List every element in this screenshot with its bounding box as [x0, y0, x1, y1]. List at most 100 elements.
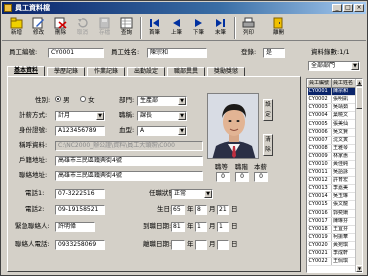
- photo-set-button[interactable]: 設定: [263, 99, 273, 121]
- cell-employee-name: 張明凱: [331, 95, 357, 105]
- table-row[interactable]: CY0012 許育宏: [307, 176, 357, 186]
- cell-employee-no: CY0005: [307, 119, 332, 129]
- table-row[interactable]: CY0004 葉曉文: [307, 111, 357, 121]
- table-row[interactable]: CY0016 郭奕姍: [307, 209, 357, 218]
- gender-radio-male[interactable]: 男: [55, 96, 70, 105]
- login-field[interactable]: 是: [263, 48, 285, 58]
- chevron-down-icon[interactable]: ▼: [351, 62, 359, 70]
- mailing-address-field[interactable]: 高雄市三民區鐵興街4號: [55, 171, 203, 181]
- contact-phone-field[interactable]: 0933258069: [55, 240, 105, 250]
- scroll-down-icon[interactable]: ▼: [356, 265, 362, 272]
- cell-employee-name: 陳宗和: [331, 87, 357, 97]
- minimize-button[interactable]: _: [332, 4, 342, 12]
- table-row[interactable]: CY0017 陳琳芬: [307, 217, 357, 226]
- employment-status-select[interactable]: 正常 ▼: [171, 189, 213, 199]
- cancel-button[interactable]: 取消: [72, 16, 93, 40]
- cell-employee-name: 王雅琴: [331, 144, 357, 153]
- department-select[interactable]: 生產部 ▼: [137, 96, 187, 106]
- grade-field[interactable]: 0: [216, 172, 230, 182]
- phone1-field[interactable]: 07-3222516: [55, 189, 105, 199]
- column-header-employee-no[interactable]: 員工編號: [307, 79, 332, 89]
- table-row[interactable]: CY0005 張美仙: [307, 119, 357, 129]
- radio-selected-icon[interactable]: [55, 96, 61, 102]
- position-select[interactable]: 課長 ▼: [137, 111, 187, 121]
- table-row[interactable]: CY0009 林家惠: [307, 152, 357, 161]
- cell-employee-name: 張美仙: [331, 119, 357, 129]
- table-row[interactable]: CY0008 王雅琴: [307, 144, 357, 153]
- chevron-down-icon[interactable]: ▼: [178, 127, 186, 135]
- radio-icon[interactable]: [80, 96, 86, 102]
- year-unit: 年: [187, 205, 194, 213]
- registered-address-field[interactable]: 高雄市三民區鐵興街4號: [55, 156, 203, 166]
- table-row[interactable]: CY0001 陳宗和: [307, 87, 357, 97]
- table-row[interactable]: CY0020 黃宛琪: [307, 241, 357, 250]
- maximize-button[interactable]: □: [343, 4, 353, 12]
- rank-field[interactable]: 0: [235, 172, 249, 182]
- department-filter-value: 全部部門: [311, 62, 336, 69]
- birth-month-field[interactable]: 8: [195, 205, 207, 215]
- hire-date-label: 到職日期:: [143, 222, 172, 230]
- chevron-down-icon[interactable]: ▼: [178, 97, 186, 105]
- delete-button[interactable]: 刪除: [50, 16, 71, 40]
- last-record-button[interactable]: 末筆: [210, 16, 231, 40]
- leave-day-field[interactable]: [217, 240, 229, 250]
- table-row[interactable]: CY0002 張明凱: [307, 95, 357, 105]
- employee-no-field[interactable]: CY0001: [48, 48, 104, 58]
- toolbar-separator: [140, 17, 142, 39]
- blood-type-select[interactable]: A ▼: [137, 126, 187, 136]
- table-row[interactable]: CY0006 吳文賢: [307, 128, 357, 137]
- department-filter-select[interactable]: 全部部門 ▼: [308, 61, 360, 71]
- hire-day-field[interactable]: 1: [217, 222, 229, 232]
- leave-month-field[interactable]: [195, 240, 207, 250]
- table-row[interactable]: CY0018 王宜芬: [307, 225, 357, 234]
- previous-record-button[interactable]: 上筆: [166, 16, 187, 40]
- hire-year-field[interactable]: 81: [171, 222, 185, 232]
- phone1-label: 電話1:: [25, 189, 45, 197]
- table-row[interactable]: CY0014 吳玉琳: [307, 192, 357, 202]
- list-scrollbar[interactable]: ▲ ▼: [355, 79, 362, 272]
- table-row[interactable]: CY0013 李嘉美: [307, 184, 357, 194]
- table-row[interactable]: CY0015 張文龍: [307, 200, 357, 210]
- table-row[interactable]: CY0021 李成軒: [307, 249, 357, 259]
- birth-year-field[interactable]: 65: [171, 205, 185, 215]
- cell-employee-no: CY0013: [307, 184, 332, 194]
- table-row[interactable]: CY0022 王佩琪: [307, 257, 357, 267]
- first-record-icon: [150, 19, 159, 27]
- pay-method-select[interactable]: 計月 ▼: [55, 111, 105, 121]
- column-header-employee-name[interactable]: 員工姓名: [331, 79, 357, 89]
- first-record-button[interactable]: 首筆: [144, 16, 165, 40]
- chevron-down-icon[interactable]: ▼: [96, 112, 104, 120]
- close-button[interactable]: ×: [354, 4, 364, 12]
- table-row[interactable]: CY0010 黃佳純: [307, 160, 357, 170]
- new-button[interactable]: 新增: [6, 16, 27, 40]
- scroll-thumb[interactable]: [356, 87, 362, 109]
- edit-button[interactable]: 修改: [28, 16, 49, 40]
- gender-label: 性別:: [35, 96, 51, 104]
- table-row[interactable]: CY0011 吳語詠: [307, 168, 357, 178]
- photo-path-field[interactable]: C:\NC2000_辦公證\資料\員工大頭照\C000: [55, 141, 203, 151]
- gender-radio-female[interactable]: 女: [80, 96, 95, 105]
- scroll-up-icon[interactable]: ▲: [356, 79, 362, 86]
- exit-button[interactable]: 離開: [268, 16, 289, 40]
- chevron-down-icon[interactable]: ▼: [204, 190, 212, 198]
- print-button[interactable]: 列印: [238, 16, 259, 40]
- query-button[interactable]: 查詢: [116, 16, 137, 40]
- birth-day-field[interactable]: 21: [217, 205, 229, 215]
- hire-month-field[interactable]: 1: [195, 222, 207, 232]
- day-unit: 日: [231, 222, 238, 230]
- base-salary-field[interactable]: 0: [254, 172, 268, 182]
- leave-year-field[interactable]: [171, 240, 185, 250]
- emergency-contact-field[interactable]: 許明偉: [55, 222, 95, 232]
- chevron-down-icon[interactable]: ▼: [178, 112, 186, 120]
- save-button[interactable]: 存檔: [94, 16, 115, 40]
- table-row[interactable]: CY0007 沈文寅: [307, 136, 357, 145]
- mailing-address-label: 聯絡地址:: [19, 171, 48, 179]
- next-record-button[interactable]: 下筆: [188, 16, 209, 40]
- photo-clear-button[interactable]: 清除: [263, 134, 273, 156]
- id-number-field[interactable]: A123456789: [55, 126, 105, 136]
- table-row[interactable]: CY0003 吳靖茹: [307, 103, 357, 113]
- employee-name-field[interactable]: 陳宗和: [147, 48, 207, 58]
- table-row[interactable]: CY0019 柯振華: [307, 233, 357, 242]
- phone2-field[interactable]: 09-19158521: [55, 205, 105, 215]
- cell-employee-name: 沈文寅: [331, 136, 357, 145]
